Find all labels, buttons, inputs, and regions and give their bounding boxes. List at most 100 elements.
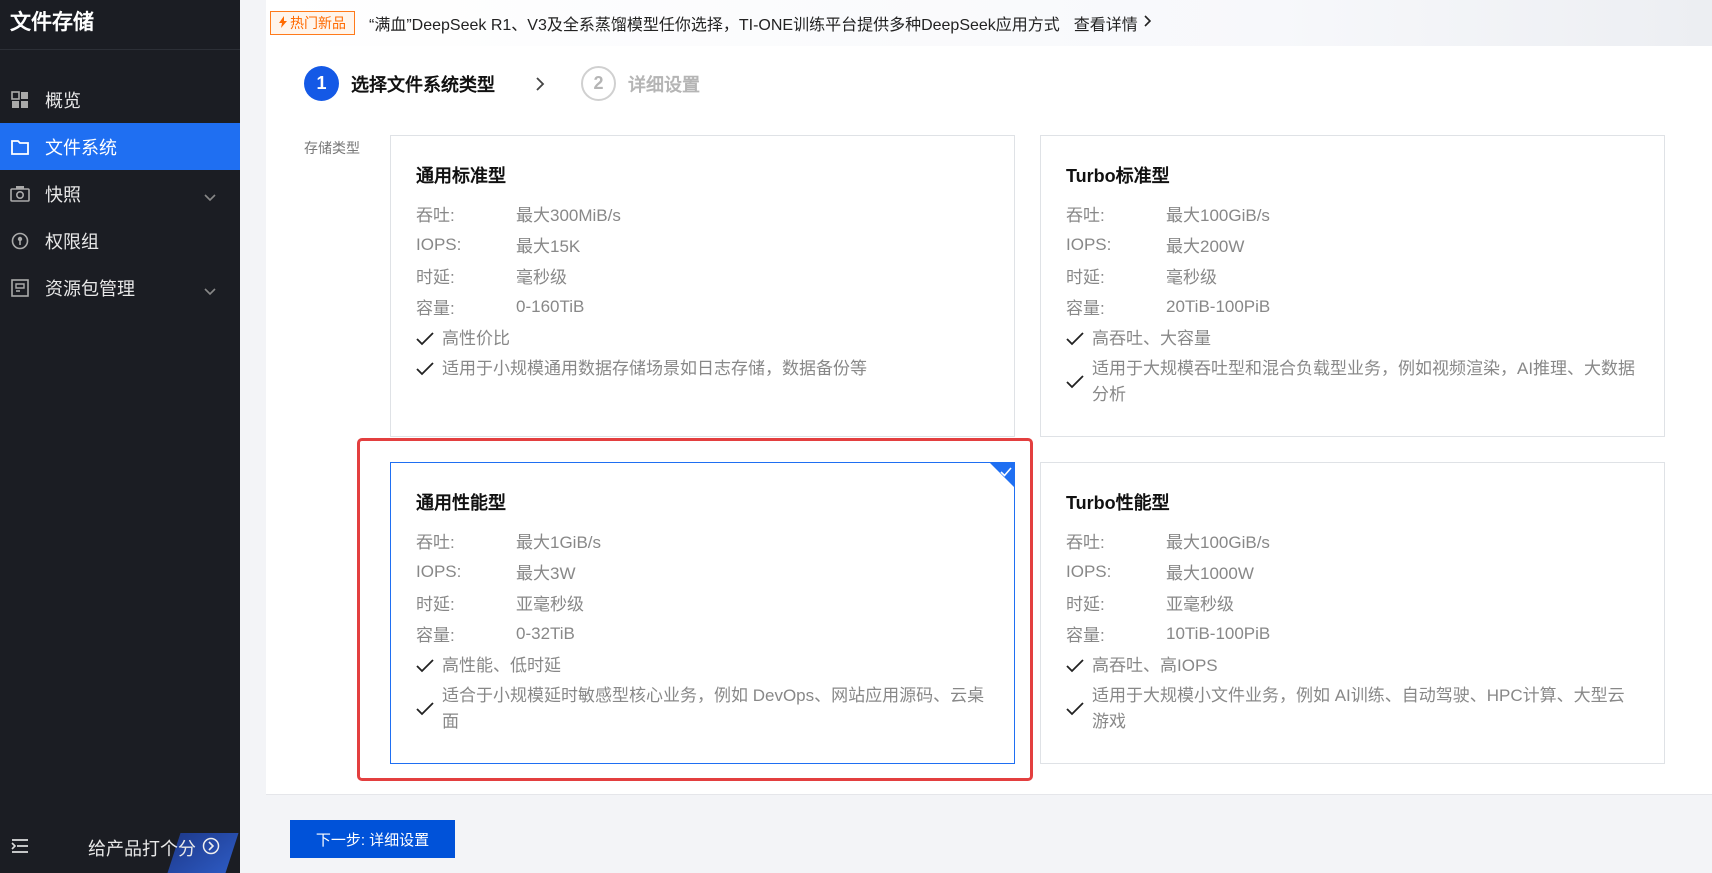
storage-type-label: 存储类型 <box>304 140 360 156</box>
spec-key: 容量: <box>416 299 455 318</box>
spec-value: 亚毫秒级 <box>516 595 584 614</box>
main-panel: 1 选择文件系统类型 2 详细设置 存储类型 通用标准型 吞吐: 最大300MiB… <box>266 46 1712 794</box>
feature-item: 高吞吐、高IOPS <box>1066 653 1639 679</box>
check-icon <box>1066 696 1092 722</box>
feature-item: 适用于大规模小文件业务，例如 AI训练、自动驾驶、HPC计算、大型云游戏 <box>1066 683 1639 735</box>
spec-row-iops: IOPS: 最大1000W <box>1066 556 1639 587</box>
spec-row-latency: 时延: 亚毫秒级 <box>416 587 989 618</box>
spec-key: 吞吐: <box>416 206 455 225</box>
feature-item: 适合于小规模延时敏感型核心业务，例如 DevOps、网站应用源码、云桌面 <box>416 683 989 735</box>
footer-divider <box>266 794 1712 795</box>
spec-value: 最大1GiB/s <box>516 533 602 552</box>
announcement-bar: 热门新品 “满血”DeepSeek R1、V3及全系蒸馏模型任你选择，TI-ON… <box>266 0 1712 46</box>
collapse-menu-icon[interactable] <box>10 837 30 860</box>
next-step-button[interactable]: 下一步: 详细设置 <box>290 820 455 858</box>
sidebar-item-label: 概览 <box>45 90 81 111</box>
product-title: 文件存储 <box>0 0 240 50</box>
spec-key: 时延: <box>416 268 455 287</box>
hot-badge: 热门新品 <box>270 11 355 35</box>
spec-key: IOPS: <box>1066 234 1112 254</box>
spec-row-iops: IOPS: 最大3W <box>416 556 989 587</box>
spec-value: 20TiB-100PiB <box>1166 296 1271 316</box>
check-icon <box>416 356 442 382</box>
spec-value: 最大200W <box>1166 237 1245 256</box>
step-1-label: 选择文件系统类型 <box>351 74 495 95</box>
arrow-circle-icon <box>202 837 220 860</box>
spec-row-capacity: 容量: 0-32TiB <box>416 618 989 649</box>
feedback-label: 给产品打个分 <box>88 839 196 859</box>
sidebar-nav: 概览 文件系统 快照 权限组 资源包管理 <box>0 76 240 311</box>
feature-text: 适用于大规模吞吐型和混合负载型业务，例如视频渲染，AI推理、大数据分析 <box>1092 359 1636 404</box>
check-icon <box>416 696 442 722</box>
step-indicator: 1 选择文件系统类型 2 详细设置 <box>304 66 700 101</box>
sidebar-footer: 给产品打个分 <box>0 823 240 873</box>
check-icon <box>1066 326 1092 352</box>
check-icon <box>1066 653 1092 679</box>
check-icon <box>1066 369 1092 395</box>
spec-key: 吞吐: <box>1066 533 1105 552</box>
sidebar-item-label: 文件系统 <box>45 137 117 158</box>
sidebar-item-label: 权限组 <box>45 231 99 252</box>
sidebar-item-permission-group[interactable]: 权限组 <box>0 217 240 264</box>
spec-key: 容量: <box>1066 626 1105 645</box>
card-title: Turbo标准型 <box>1066 166 1170 186</box>
sidebar-item-package-management[interactable]: 资源包管理 <box>0 264 240 311</box>
feature-text: 高吞吐、高IOPS <box>1092 656 1218 675</box>
spec-key: 容量: <box>1066 299 1105 318</box>
chevron-right-icon <box>535 76 545 92</box>
spec-key: 吞吐: <box>1066 206 1105 225</box>
camera-icon <box>10 184 30 204</box>
feature-text: 高吞吐、大容量 <box>1092 329 1211 348</box>
feature-item: 适用于大规模吞吐型和混合负载型业务，例如视频渲染，AI推理、大数据分析 <box>1066 356 1639 408</box>
step-2-label: 详细设置 <box>628 74 700 95</box>
check-icon <box>1000 464 1012 482</box>
card-performance[interactable]: 通用性能型 吞吐: 最大1GiB/s IOPS: 最大3W 时延: 亚毫秒级 容量: 0… <box>390 462 1015 764</box>
chevron-down-icon <box>204 280 216 301</box>
sidebar-item-overview[interactable]: 概览 <box>0 76 240 123</box>
feature-text: 高性价比 <box>442 329 510 348</box>
spec-value: 10TiB-100PiB <box>1166 623 1271 643</box>
feature-item: 高性能、低时延 <box>416 653 989 679</box>
spec-row-latency: 时延: 毫秒级 <box>416 260 989 291</box>
sidebar-item-label: 资源包管理 <box>45 278 135 299</box>
spec-value: 毫秒级 <box>516 268 567 287</box>
sidebar-item-filesystem[interactable]: 文件系统 <box>0 123 240 170</box>
spec-value: 亚毫秒级 <box>1166 595 1234 614</box>
spec-row-capacity: 容量: 20TiB-100PiB <box>1066 291 1639 322</box>
spec-value: 最大100GiB/s <box>1166 533 1270 552</box>
chevron-right-icon <box>1144 14 1151 32</box>
spec-key: 时延: <box>1066 268 1105 287</box>
step-2-number: 2 <box>581 66 616 101</box>
spec-key: IOPS: <box>416 234 462 254</box>
spec-key: 时延: <box>416 595 455 614</box>
chevron-down-icon <box>204 186 216 207</box>
sidebar-item-snapshot[interactable]: 快照 <box>0 170 240 217</box>
feedback-link[interactable]: 给产品打个分 <box>88 835 220 861</box>
view-details-link[interactable]: 查看详情 <box>1074 11 1151 35</box>
sidebar: 文件存储 概览 文件系统 快照 权限组 资源包管理 给产品打个分 <box>0 0 240 873</box>
spec-row-capacity: 容量: 0-160TiB <box>416 291 989 322</box>
spec-row-iops: IOPS: 最大15K <box>416 229 989 260</box>
spec-value: 最大1000W <box>1166 564 1254 583</box>
spec-key: IOPS: <box>416 561 462 581</box>
card-title: 通用性能型 <box>416 493 506 513</box>
spec-key: 时延: <box>1066 595 1105 614</box>
hot-badge-label: 热门新品 <box>290 15 346 31</box>
spec-row-throughput: 吞吐: 最大100GiB/s <box>1066 198 1639 229</box>
spec-value: 最大3W <box>516 564 576 583</box>
sidebar-item-label: 快照 <box>45 184 81 205</box>
card-standard[interactable]: 通用标准型 吞吐: 最大300MiB/s IOPS: 最大15K 时延: 毫秒级 容量… <box>390 135 1015 437</box>
feature-item: 高吞吐、大容量 <box>1066 326 1639 352</box>
feature-item: 高性价比 <box>416 326 989 352</box>
card-turbo-standard[interactable]: Turbo标准型 吞吐: 最大100GiB/s IOPS: 最大200W 时延: 毫秒… <box>1040 135 1665 437</box>
card-turbo-performance[interactable]: Turbo性能型 吞吐: 最大100GiB/s IOPS: 最大1000W 时延: 亚… <box>1040 462 1665 764</box>
package-icon <box>10 278 30 298</box>
spec-key: 容量: <box>416 626 455 645</box>
spec-row-capacity: 容量: 10TiB-100PiB <box>1066 618 1639 649</box>
feature-text: 适用于小规模通用数据存储场景如日志存储，数据备份等 <box>442 359 867 378</box>
permission-icon <box>10 231 30 251</box>
feature-item: 适用于小规模通用数据存储场景如日志存储，数据备份等 <box>416 356 989 382</box>
spec-value: 最大15K <box>516 237 581 256</box>
spec-value: 0-32TiB <box>516 623 575 643</box>
spec-row-throughput: 吞吐: 最大1GiB/s <box>416 525 989 556</box>
